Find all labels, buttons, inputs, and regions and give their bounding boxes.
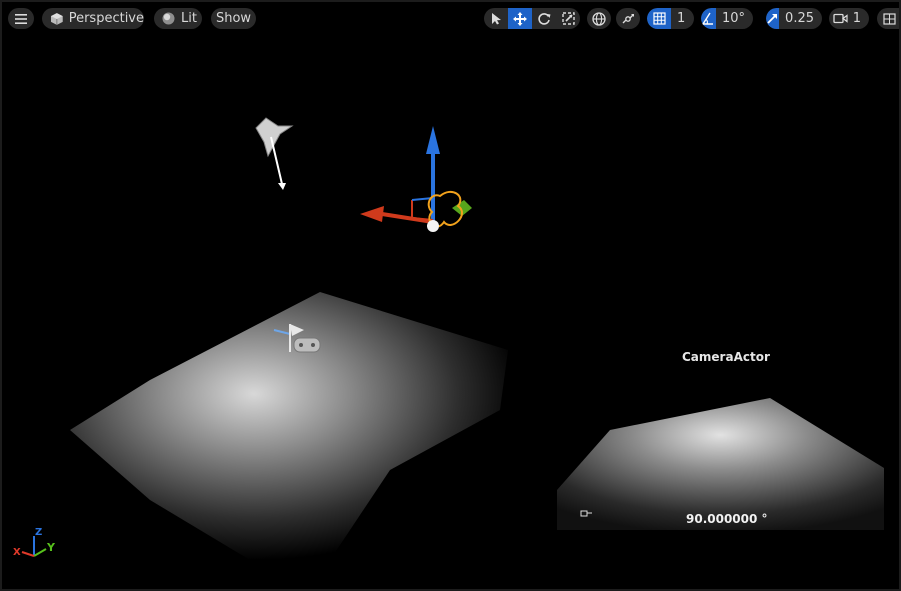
camera-speed-value: 1 [852, 11, 861, 26]
move-icon [513, 11, 527, 26]
scale-snap-control: 0.25 [766, 8, 822, 29]
camera-speed-icon-wrap [829, 8, 853, 29]
view-mode-button[interactable]: Perspective [42, 8, 144, 29]
angle-icon [701, 12, 713, 25]
transform-mode-group [484, 8, 580, 29]
show-button[interactable]: Show [211, 8, 256, 29]
lighting-mode-button[interactable]: Lit [154, 8, 202, 29]
rotation-snap-control: 10° [701, 8, 753, 29]
surface-snap-button[interactable] [616, 8, 640, 29]
transform-gizmo[interactable] [360, 126, 472, 232]
rotation-snap-toggle[interactable] [701, 8, 716, 29]
grid-snap-value[interactable]: 1 [671, 11, 693, 26]
select-mode-button[interactable] [484, 8, 508, 29]
axis-z-label: Z [35, 527, 43, 538]
view-mode-label: Perspective [68, 11, 144, 26]
surface-snap-icon [622, 13, 634, 23]
scale-arrow-icon [767, 14, 778, 24]
camera-preview-floor [557, 398, 884, 530]
axis-indicator [21, 536, 47, 557]
camera-speed-control[interactable]: 1 [829, 8, 869, 29]
grid-snap-control: 1 [647, 8, 694, 29]
grid-snap-toggle[interactable] [647, 8, 671, 29]
viewport-layout-button[interactable] [877, 8, 901, 29]
cube-icon [50, 12, 63, 25]
scene-canvas[interactable] [0, 0, 901, 591]
lighting-mode-label: Lit [181, 11, 197, 26]
grid-icon [652, 12, 666, 25]
scale-snap-value[interactable]: 0.25 [779, 11, 822, 26]
rotate-icon [538, 12, 551, 25]
coordinate-system-button[interactable] [587, 8, 611, 29]
camera-actor-label: CameraActor [682, 350, 770, 364]
level-viewport[interactable]: Z Y X CameraActor 90.000000 ° Perspectiv… [0, 0, 901, 591]
camera-icon [833, 13, 848, 24]
viewport-menu-button[interactable] [8, 8, 34, 29]
hamburger-icon [15, 13, 27, 24]
axis-x-label: X [13, 547, 21, 558]
viewport-layout-icon [882, 12, 896, 25]
show-label: Show [215, 11, 252, 26]
scale-mode-button[interactable] [556, 8, 580, 29]
translate-mode-button[interactable] [508, 8, 532, 29]
rotation-snap-value[interactable]: 10° [716, 11, 753, 26]
cursor-icon [492, 13, 501, 25]
sphere-icon [162, 12, 175, 25]
spotlight-icon[interactable] [255, 117, 294, 190]
axis-y-label: Y [47, 541, 55, 554]
rotate-mode-button[interactable] [532, 8, 556, 29]
fov-readout: 90.000000 ° [686, 512, 768, 526]
globe-icon [592, 11, 606, 26]
scale-icon [561, 12, 575, 25]
